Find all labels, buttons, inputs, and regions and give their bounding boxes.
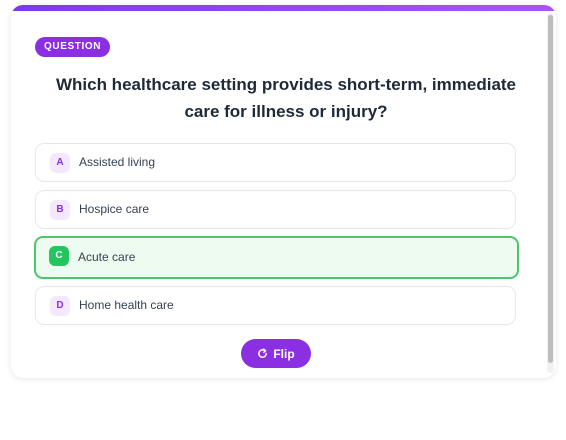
option-label: Hospice care: [79, 202, 150, 216]
scrollbar-thumb[interactable]: [548, 15, 553, 363]
flip-button[interactable]: Flip: [241, 339, 311, 368]
question-badge: QUESTION: [35, 37, 111, 57]
option-d[interactable]: D Home health care: [35, 286, 516, 325]
option-label: Assisted living: [79, 155, 156, 169]
option-c-correct[interactable]: C Acute care: [34, 236, 519, 279]
flip-label: Flip: [273, 346, 295, 361]
option-letter: A: [50, 153, 70, 173]
option-label: Acute care: [78, 250, 136, 264]
flashcard: QUESTION Which healthcare setting provid…: [11, 5, 556, 378]
option-letter: D: [50, 296, 70, 316]
refresh-icon: [257, 348, 268, 359]
option-letter: B: [50, 200, 70, 220]
question-text: Which healthcare setting provides short-…: [55, 75, 517, 121]
option-a[interactable]: A Assisted living: [35, 143, 516, 182]
option-letter: C: [49, 246, 69, 266]
card-accent-bar: [11, 5, 556, 11]
option-b[interactable]: B Hospice care: [35, 190, 516, 229]
option-label: Home health care: [79, 298, 174, 312]
